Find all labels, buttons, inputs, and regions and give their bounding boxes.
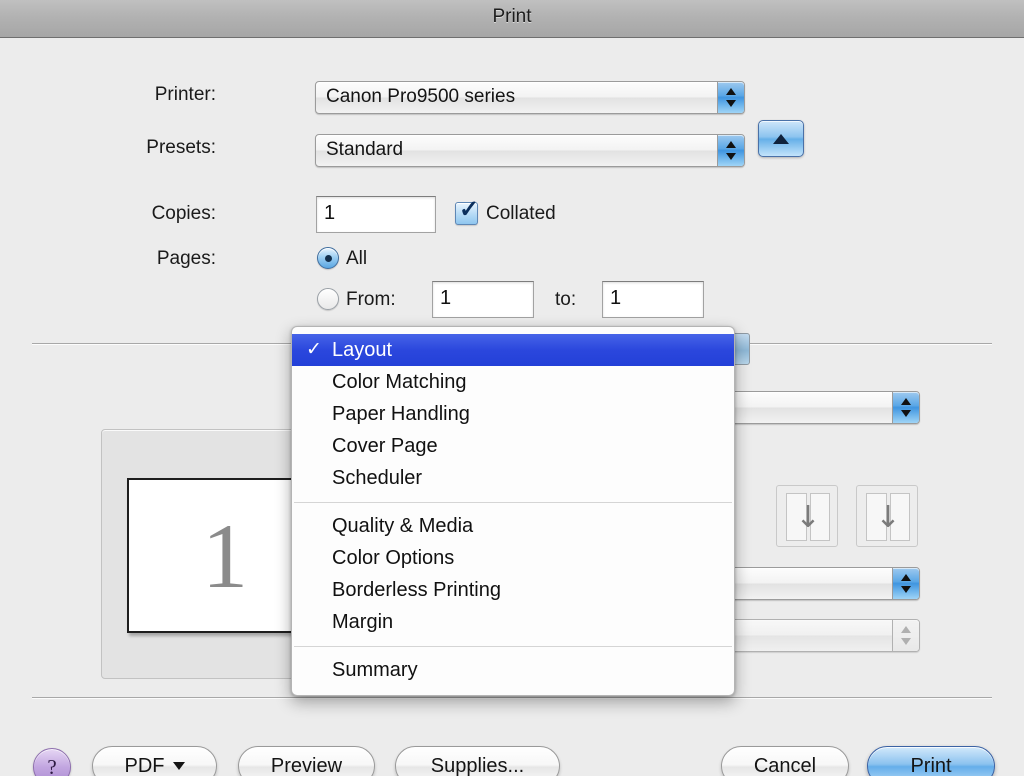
menu-item-label: Summary — [332, 659, 418, 681]
n-arrow-glyph: ↓ — [875, 499, 901, 535]
supplies-button[interactable]: Supplies... — [395, 746, 560, 776]
menu-item-label: Layout — [332, 339, 393, 361]
triangle-up-icon — [773, 133, 789, 144]
print-button[interactable]: Print — [867, 746, 995, 776]
supplies-button-label: Supplies... — [430, 754, 525, 776]
window-title: Print — [492, 6, 532, 27]
cancel-button-label: Cancel — [753, 754, 817, 776]
menu-item-label: Paper Handling — [332, 403, 470, 425]
menu-checkmark-icon: ✓ — [306, 339, 322, 360]
copies-value: 1 — [324, 202, 336, 224]
print-dialog-window: Print Printer: Canon Pro9500 series Pres… — [0, 0, 1024, 776]
menu-item-color-matching[interactable]: Color Matching — [292, 366, 734, 398]
menu-item-cover-page[interactable]: Cover Page — [292, 430, 734, 462]
pages-from-input[interactable]: 1 — [432, 281, 534, 318]
two-sided-stepper-icon — [892, 620, 919, 651]
border-stepper-icon[interactable] — [892, 568, 919, 599]
pdf-button-label: PDF — [124, 754, 165, 776]
pages-label: Pages: — [156, 248, 216, 269]
pages-all-label: All — [346, 248, 368, 269]
z-arrow-glyph: ↓ — [795, 499, 821, 535]
pages-from-value: 1 — [440, 287, 452, 309]
menu-item-label: Color Options — [332, 547, 455, 569]
menu-separator — [294, 502, 732, 503]
menu-item-label: Margin — [332, 611, 394, 633]
pages-all-radio[interactable] — [317, 247, 339, 269]
printer-value: Canon Pro9500 series — [326, 86, 516, 107]
preview-button[interactable]: Preview — [238, 746, 375, 776]
section-divider-bottom — [32, 697, 992, 698]
menu-item-quality-media[interactable]: Quality & Media — [292, 510, 734, 542]
printer-stepper-icon[interactable] — [717, 82, 744, 113]
layout-direction-n-reverse-icon[interactable]: ↓ — [856, 485, 918, 547]
printer-label: Printer: — [154, 84, 216, 105]
menu-item-borderless-printing[interactable]: Borderless Printing — [292, 574, 734, 606]
menu-item-paper-handling[interactable]: Paper Handling — [292, 398, 734, 430]
printer-disclosure-button[interactable] — [758, 120, 804, 157]
print-options-menu[interactable]: ✓ Layout Color Matching Paper Handling Cover… — [291, 326, 735, 696]
checkmark-icon: ✓ — [459, 196, 480, 223]
menu-item-label: Color Matching — [332, 371, 467, 393]
menu-item-color-options[interactable]: Color Options — [292, 542, 734, 574]
menu-item-summary[interactable]: Summary — [292, 654, 734, 686]
menu-separator — [294, 646, 732, 647]
presets-value: Standard — [326, 139, 404, 160]
pages-from-label: From: — [346, 289, 396, 310]
pages-to-value: 1 — [610, 287, 622, 309]
menu-groups: ✓ Layout Color Matching Paper Handling Cover… — [292, 334, 734, 686]
menu-bottom-padding — [292, 686, 734, 695]
presets-popup-button[interactable]: Standard — [315, 134, 745, 167]
layout-direction-z-reverse-icon[interactable]: ↓ — [776, 485, 838, 547]
menu-item-label: Scheduler — [332, 467, 423, 489]
print-button-label: Print — [910, 754, 952, 776]
printer-popup-button[interactable]: Canon Pro9500 series — [315, 81, 745, 114]
title-bar[interactable]: Print — [0, 0, 1024, 38]
menu-item-margin[interactable]: Margin — [292, 606, 734, 638]
menu-item-label: Borderless Printing — [332, 579, 501, 601]
question-mark-icon: ? — [47, 754, 57, 776]
pages-range-radio[interactable] — [317, 288, 339, 310]
collated-label: Collated — [486, 203, 556, 224]
menu-item-label: Cover Page — [332, 435, 438, 457]
menu-item-layout[interactable]: ✓ Layout — [292, 334, 734, 366]
collated-checkbox[interactable]: ✓ — [455, 198, 479, 225]
pdf-menu-button[interactable]: PDF — [92, 746, 217, 776]
pages-per-sheet-stepper-icon[interactable] — [892, 392, 919, 423]
menu-top-padding — [292, 327, 734, 334]
copies-input[interactable]: 1 — [316, 196, 436, 233]
menu-item-scheduler[interactable]: Scheduler — [292, 462, 734, 494]
copies-label: Copies: — [151, 203, 216, 224]
help-button[interactable]: ? — [33, 748, 71, 776]
cancel-button[interactable]: Cancel — [721, 746, 849, 776]
triangle-down-icon — [172, 762, 185, 770]
preview-button-label: Preview — [270, 754, 343, 776]
pages-to-label: to: — [555, 289, 577, 310]
presets-stepper-icon[interactable] — [717, 135, 744, 166]
pages-to-input[interactable]: 1 — [602, 281, 704, 318]
menu-item-label: Quality & Media — [332, 515, 474, 537]
presets-label: Presets: — [146, 137, 216, 158]
